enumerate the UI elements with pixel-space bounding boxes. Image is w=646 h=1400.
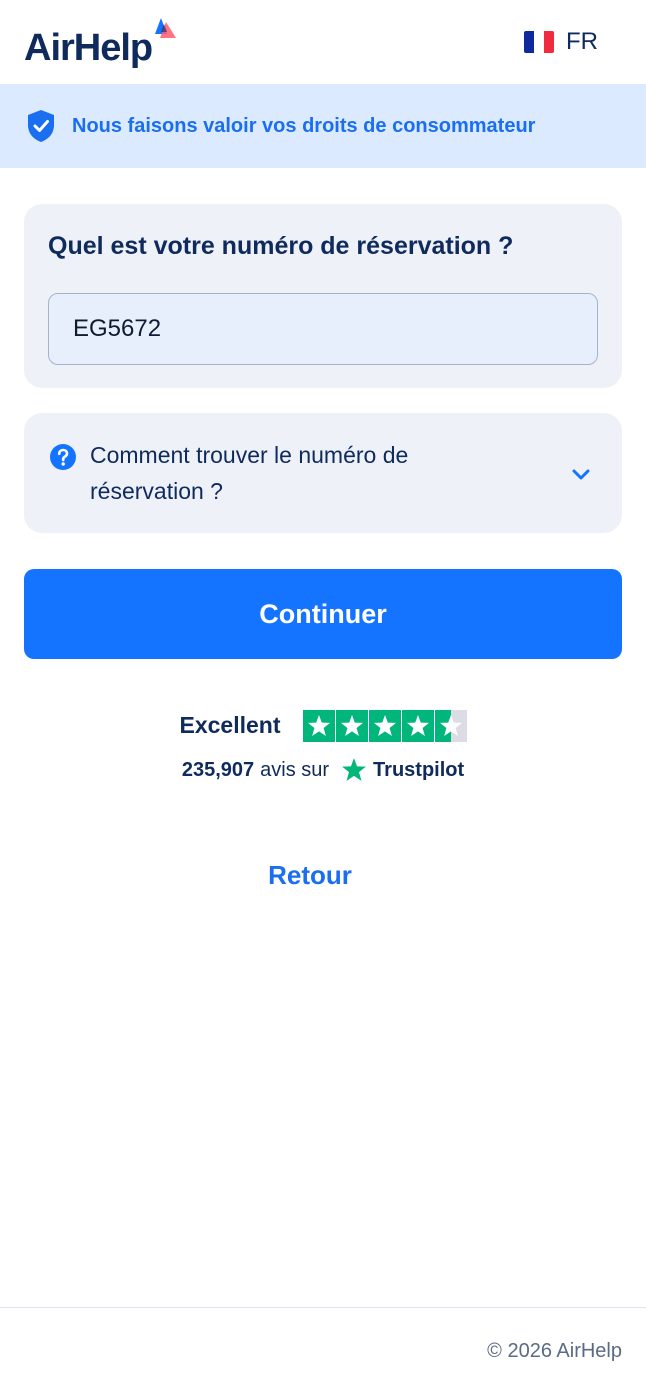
continue-button[interactable]: Continuer	[24, 569, 622, 659]
logo-text: AirHelp	[24, 27, 153, 69]
header: AirHelp FR	[0, 0, 646, 84]
footer-divider	[0, 1307, 646, 1308]
trustpilot-star-icon	[335, 709, 368, 742]
logo-mark-icon	[155, 18, 176, 38]
trustpilot-rating[interactable]: Excellent	[0, 709, 646, 742]
shield-check-icon	[28, 110, 54, 142]
review-text: avis sur	[260, 758, 330, 781]
back-link[interactable]: Retour	[0, 860, 620, 891]
trustpilot-rating-label: Excellent	[179, 712, 281, 738]
language-selector[interactable]: FR	[524, 28, 598, 56]
booking-number-input[interactable]	[48, 293, 598, 365]
banner-text: Nous faisons valoir vos droits de consom…	[72, 114, 536, 137]
help-text: Comment trouver le numéro de réservation…	[90, 442, 409, 504]
consumer-rights-banner: Nous faisons valoir vos droits de consom…	[0, 84, 646, 168]
question-circle-icon	[50, 444, 76, 470]
trustpilot-star-icon	[401, 709, 434, 742]
booking-number-card: Quel est votre numéro de réservation ?	[24, 204, 622, 388]
review-count: 235,907	[181, 758, 255, 781]
trustpilot-reviews[interactable]: 235,907 avis sur Trustpilot	[0, 755, 646, 785]
trustpilot-stars	[302, 709, 467, 742]
booking-number-question: Quel est votre numéro de réservation ?	[48, 232, 514, 260]
trustpilot-star-icon	[368, 709, 401, 742]
find-booking-number-help[interactable]: Comment trouver le numéro de réservation…	[24, 413, 622, 533]
trustpilot-star-icon	[342, 758, 366, 781]
chevron-down-icon[interactable]	[570, 463, 592, 485]
footer-copyright: © 2026 AirHelp	[487, 1340, 622, 1362]
trustpilot-star-icon	[434, 709, 467, 742]
language-code: FR	[566, 28, 598, 55]
trustpilot-brand: Trustpilot	[373, 758, 465, 781]
airhelp-logo[interactable]: AirHelp	[24, 18, 176, 72]
trustpilot-star-icon	[302, 709, 335, 742]
france-flag-icon	[524, 31, 554, 53]
